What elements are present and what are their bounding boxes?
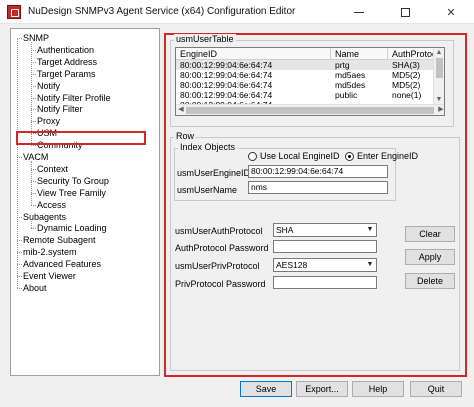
auth-password-label: AuthProtocol Password xyxy=(175,243,269,253)
close-icon: ✕ xyxy=(446,6,456,19)
table-cell: 80:00:12:99:04:6e:64:74 xyxy=(180,80,273,90)
scroll-right-icon[interactable]: ▶ xyxy=(436,105,444,115)
tree-item-security-to-group[interactable]: Security To Group xyxy=(37,175,109,187)
table-row[interactable]: 80:00:12:99:04:6e:64:74 public none(1) xyxy=(176,90,434,100)
tree-connector xyxy=(31,145,36,147)
tree-item-mib-2-system[interactable]: mib-2.system xyxy=(23,246,77,258)
tree-item-subagents[interactable]: Subagents xyxy=(23,211,66,223)
app-icon xyxy=(7,5,21,19)
index-objects-label: Index Objects xyxy=(178,142,238,152)
table-vertical-scrollbar[interactable]: ▲ ▼ xyxy=(433,48,444,105)
enter-engineid-label[interactable]: Enter EngineID xyxy=(357,151,418,161)
chevron-down-icon: ▼ xyxy=(366,226,374,233)
priv-protocol-value: AES128 xyxy=(276,260,308,270)
table-cell: none(1) xyxy=(392,90,422,100)
table-cell: 80:00:12:99:04:6e:64:74 xyxy=(180,70,273,80)
table-cell: 80:00:12:99:04:6e:64:74 xyxy=(180,90,273,100)
auth-protocol-label: usmUserAuthProtocol xyxy=(175,226,263,236)
tree-connector xyxy=(31,228,36,230)
priv-password-input[interactable] xyxy=(273,276,377,289)
close-button[interactable]: ✕ xyxy=(428,0,474,24)
tree-item-view-tree-family[interactable]: View Tree Family xyxy=(37,187,106,199)
use-local-engineid-label[interactable]: Use Local EngineID xyxy=(260,151,340,161)
tree-item-about[interactable]: About xyxy=(23,282,47,294)
quit-button[interactable]: Quit xyxy=(410,381,462,397)
table-cell: SHA(3) xyxy=(392,60,420,70)
scroll-left-icon[interactable]: ◀ xyxy=(176,105,186,115)
tree-item-notify[interactable]: Notify xyxy=(37,80,60,92)
scroll-up-icon[interactable]: ▲ xyxy=(434,48,444,58)
tree-item-dynamic-loading[interactable]: Dynamic Loading xyxy=(37,222,107,234)
tree-connector xyxy=(17,38,18,288)
tree-connector xyxy=(17,287,22,289)
navigation-tree[interactable]: SNMP Authentication Target Address Target P… xyxy=(10,28,160,376)
tree-item-vacm[interactable]: VACM xyxy=(23,151,48,163)
scroll-thumb-horizontal[interactable] xyxy=(186,107,434,114)
table-cell: prtg xyxy=(335,60,350,70)
username-label: usmUserName xyxy=(177,185,238,195)
auth-protocol-value: SHA xyxy=(276,225,294,235)
column-header-name[interactable]: Name xyxy=(331,48,388,60)
export-button[interactable]: Export... xyxy=(296,381,348,397)
table-horizontal-scrollbar[interactable]: ◀ ▶ xyxy=(176,104,444,115)
apply-button[interactable]: Apply xyxy=(405,249,455,265)
column-header-authprotocol[interactable]: AuthProtocol xyxy=(388,48,434,60)
clear-button[interactable]: Clear xyxy=(405,226,455,242)
tree-connector xyxy=(31,204,36,206)
table-cell: md5aes xyxy=(335,70,366,80)
table-cell: 80:00:12:99:04:6e:64:74 xyxy=(180,60,273,70)
tree-item-notify-filter[interactable]: Notify Filter xyxy=(37,103,83,115)
tree-connector xyxy=(31,42,32,146)
table-row[interactable]: 80:00:12:99:04:6e:64:74 md5des MD5(2) xyxy=(176,80,434,90)
tree-item-access[interactable]: Access xyxy=(37,199,66,211)
table-row[interactable]: 80:00:12:99:04:6e:64:74 prtg SHA(3) xyxy=(176,60,434,70)
chevron-down-icon: ▼ xyxy=(366,261,374,268)
table-cell: MD5(2) xyxy=(392,70,421,80)
tree-connector xyxy=(31,161,32,205)
use-local-engineid-radio[interactable] xyxy=(248,152,257,161)
title-bar: NuDesign SNMPv3 Agent Service (x64) Conf… xyxy=(0,0,474,24)
username-input[interactable]: nms xyxy=(248,181,388,194)
tree-item-target-params[interactable]: Target Params xyxy=(37,68,96,80)
usm-table-group-label: usmUserTable xyxy=(174,34,236,44)
minimize-button[interactable] xyxy=(336,0,382,24)
tree-item-proxy[interactable]: Proxy xyxy=(37,115,60,127)
enter-engineid-radio[interactable] xyxy=(345,152,354,161)
engineid-label: usmUserEngineID xyxy=(177,168,251,178)
priv-password-label: PrivProtocol Password xyxy=(175,279,266,289)
table-cell: md5des xyxy=(335,80,366,90)
help-button[interactable]: Help xyxy=(352,381,404,397)
tree-item-authentication[interactable]: Authentication xyxy=(37,44,94,56)
tree-item-remote-subagent[interactable]: Remote Subagent xyxy=(23,234,96,246)
priv-protocol-select[interactable]: AES128 ▼ xyxy=(273,258,377,272)
table-cell: public xyxy=(335,90,358,100)
tree-item-snmp[interactable]: SNMP xyxy=(23,32,49,44)
column-header-engineid[interactable]: EngineID xyxy=(176,48,331,60)
engineid-input[interactable]: 80:00:12:99:04:6e:64:74 xyxy=(248,165,388,178)
tree-item-context[interactable]: Context xyxy=(37,163,68,175)
tree-item-advanced-features[interactable]: Advanced Features xyxy=(23,258,101,270)
table-header: EngineID Name AuthProtocol xyxy=(176,48,434,60)
save-button[interactable]: Save xyxy=(240,381,292,397)
scroll-thumb-vertical[interactable] xyxy=(436,58,443,78)
maximize-button[interactable] xyxy=(382,0,428,24)
tree-item-notify-filter-profile[interactable]: Notify Filter Profile xyxy=(37,92,111,104)
window-title: NuDesign SNMPv3 Agent Service (x64) Conf… xyxy=(28,6,296,17)
usm-selection-highlight xyxy=(16,131,146,145)
priv-protocol-label: usmUserPrivProtocol xyxy=(175,261,260,271)
maximize-icon xyxy=(400,7,410,17)
delete-button[interactable]: Delete xyxy=(405,273,455,289)
minimize-icon xyxy=(354,11,364,13)
auth-password-input[interactable] xyxy=(273,240,377,253)
usm-user-table[interactable]: EngineID Name AuthProtocol 80:00:12:99:0… xyxy=(175,47,445,116)
table-row[interactable]: 80:00:12:99:04:6e:64:74 md5aes MD5(2) xyxy=(176,70,434,80)
auth-protocol-select[interactable]: SHA ▼ xyxy=(273,223,377,237)
table-cell: MD5(2) xyxy=(392,80,421,90)
tree-item-event-viewer[interactable]: Event Viewer xyxy=(23,270,76,282)
row-group-label: Row xyxy=(174,131,197,141)
tree-item-target-address[interactable]: Target Address xyxy=(37,56,97,68)
tree-connector xyxy=(31,220,32,229)
